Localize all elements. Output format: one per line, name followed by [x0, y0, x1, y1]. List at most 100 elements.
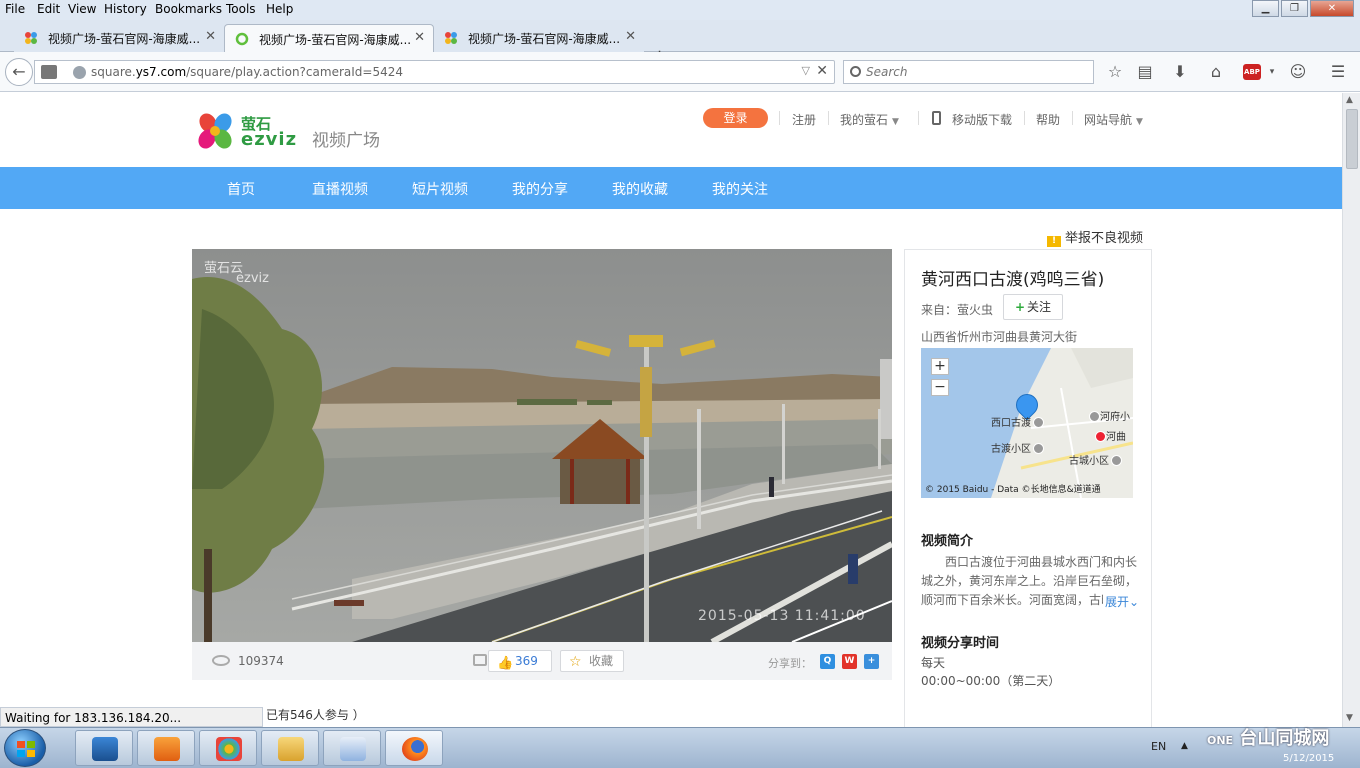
page-scrollbar[interactable]: ▲ ▼: [1342, 93, 1360, 727]
camera-address: 山西省忻州市河曲县黄河大街: [921, 330, 1078, 344]
tab-1[interactable]: 视频广场-萤石官网-海康威... ✕: [14, 24, 224, 52]
adblock-dropdown-icon[interactable]: ▾: [1262, 63, 1282, 81]
menu-view[interactable]: View: [68, 2, 96, 16]
menu-bookmarks[interactable]: Bookmarks: [155, 2, 222, 16]
tab-strip: 视频广场-萤石官网-海康威... ✕ 视频广场-萤石官网-海康威... ✕ 视频…: [0, 20, 1360, 67]
share-time-heading: 视频分享时间: [921, 636, 1000, 651]
menu-file[interactable]: File: [5, 2, 25, 16]
divider: [1024, 111, 1025, 125]
adblock-icon[interactable]: ABP: [1243, 64, 1261, 80]
like-button[interactable]: 👍 369: [488, 650, 552, 672]
menu-help[interactable]: Help: [266, 2, 293, 16]
close-window-button[interactable]: ✕: [1310, 0, 1354, 17]
share-time-frequency: 每天: [921, 656, 946, 670]
close-tab-icon[interactable]: ✕: [625, 29, 636, 44]
tray-date[interactable]: 5/12/2015: [1283, 753, 1334, 764]
tab-title: 视频广场-萤石官网-海康威...: [468, 32, 621, 46]
map-zoom-out-button[interactable]: −: [931, 379, 949, 396]
nav-short-video[interactable]: 短片视频: [412, 179, 468, 199]
url-dropdown-icon[interactable]: ▽: [802, 64, 810, 77]
expand-link[interactable]: 展开⌄: [1103, 593, 1140, 610]
taskbar-firefox[interactable]: [385, 730, 443, 766]
search-icon: [850, 66, 861, 77]
follow-button[interactable]: + 关注: [1003, 294, 1063, 320]
download-icon[interactable]: ⬇: [1170, 63, 1190, 81]
divider: [918, 111, 919, 125]
ezviz-app-icon: [216, 737, 242, 761]
close-tab-icon[interactable]: ✕: [414, 30, 425, 45]
favorite-button[interactable]: ☆ 收藏: [560, 650, 624, 672]
map-zoom-in-button[interactable]: +: [931, 358, 949, 375]
share-weibo-icon[interactable]: W: [842, 654, 857, 669]
menu-edit[interactable]: Edit: [37, 2, 60, 16]
site-nav-link[interactable]: 网站导航 ▼: [1084, 111, 1143, 128]
warning-icon: !: [1047, 236, 1061, 247]
map-poi-icon: [1033, 443, 1044, 454]
share-qzone-icon[interactable]: Q: [820, 654, 835, 669]
register-link[interactable]: 注册: [792, 111, 816, 128]
thumbs-up-icon: 👍: [497, 656, 514, 671]
scroll-down-icon[interactable]: ▼: [1346, 713, 1353, 723]
phone-icon: [932, 111, 941, 125]
view-count: 109374: [238, 654, 284, 668]
maximize-button[interactable]: ❐: [1281, 0, 1308, 17]
share-label: 分享到：: [768, 657, 812, 670]
home-icon[interactable]: ⌂: [1206, 63, 1226, 81]
taskbar-media-player[interactable]: [75, 730, 133, 766]
mobile-download-link[interactable]: 移动版下载: [952, 111, 1012, 128]
scrollbar-thumb[interactable]: [1346, 109, 1358, 169]
nav-my-favorites[interactable]: 我的收藏: [612, 179, 668, 199]
map-poi-icon: [1111, 455, 1122, 466]
nav-home[interactable]: 首页: [227, 179, 255, 199]
language-indicator[interactable]: EN: [1151, 740, 1166, 753]
chevron-down-icon: ▼: [892, 117, 899, 127]
map-label: 古渡小区: [991, 440, 1044, 455]
close-tab-icon[interactable]: ✕: [205, 29, 216, 44]
nav-live-video[interactable]: 直播视频: [312, 179, 368, 199]
search-bar[interactable]: [843, 60, 1094, 84]
map-label: 河曲: [1093, 428, 1126, 443]
tab-2[interactable]: 视频广场-萤石官网-海康威... ✕: [224, 24, 434, 52]
tray-expand-icon[interactable]: ▲: [1181, 741, 1188, 751]
sogou-icon: [154, 737, 180, 761]
participant-count: 已有546人参与 ）: [266, 708, 365, 722]
bookmarks-list-icon[interactable]: ▤: [1135, 63, 1155, 81]
back-button[interactable]: ←: [5, 58, 33, 86]
comment-icon: [473, 654, 487, 666]
folder-icon: [278, 737, 304, 761]
nav-my-share[interactable]: 我的分享: [512, 179, 568, 199]
divider: [828, 111, 829, 125]
login-button[interactable]: 登录: [703, 108, 768, 128]
start-button[interactable]: [4, 729, 46, 767]
stop-icon[interactable]: ✕: [816, 63, 828, 79]
menu-tools[interactable]: Tools: [226, 2, 256, 16]
map-copyright: © 2015 Baidu - Data ©长地信息&道道通: [925, 485, 1101, 495]
taskbar-sogou[interactable]: [137, 730, 195, 766]
url-bar[interactable]: square.ys7.com/square/play.action?camera…: [34, 60, 835, 84]
hamburger-menu-icon[interactable]: ☰: [1328, 63, 1348, 81]
help-link[interactable]: 帮助: [1036, 111, 1060, 128]
menu-history[interactable]: History: [104, 2, 147, 16]
taskbar-paint[interactable]: [323, 730, 381, 766]
scroll-up-icon[interactable]: ▲: [1346, 95, 1353, 105]
taskbar-ezviz[interactable]: [199, 730, 257, 766]
media-player-icon: [92, 737, 118, 761]
nav-my-follows[interactable]: 我的关注: [712, 179, 768, 199]
location-map[interactable]: + − 西口古渡 古渡小区 河府小 河曲 古城小区 © 2015 Baidu -…: [921, 348, 1133, 498]
chat-icon[interactable]: ☺: [1288, 63, 1308, 81]
taskbar-explorer[interactable]: [261, 730, 319, 766]
search-input[interactable]: [866, 64, 1086, 80]
map-poi-icon: [1089, 411, 1100, 422]
bookmark-star-icon[interactable]: ☆: [1105, 63, 1125, 81]
my-ezviz-link[interactable]: 我的萤石 ▼: [840, 111, 899, 128]
tab-3[interactable]: 视频广场-萤石官网-海康威... ✕: [434, 24, 644, 52]
minimize-button[interactable]: ▁: [1252, 0, 1279, 17]
plus-icon: +: [1014, 300, 1026, 314]
video-frame: [192, 249, 892, 642]
globe-icon[interactable]: [73, 66, 86, 79]
share-more-icon[interactable]: +: [864, 654, 879, 669]
report-link[interactable]: ! 举报不良视频: [1047, 227, 1143, 247]
firefox-icon: [402, 737, 428, 761]
video-player[interactable]: 萤石云 ezviz 2015-05-13 11:41:00: [192, 249, 892, 642]
ezviz-logo-icon[interactable]: [195, 111, 235, 151]
